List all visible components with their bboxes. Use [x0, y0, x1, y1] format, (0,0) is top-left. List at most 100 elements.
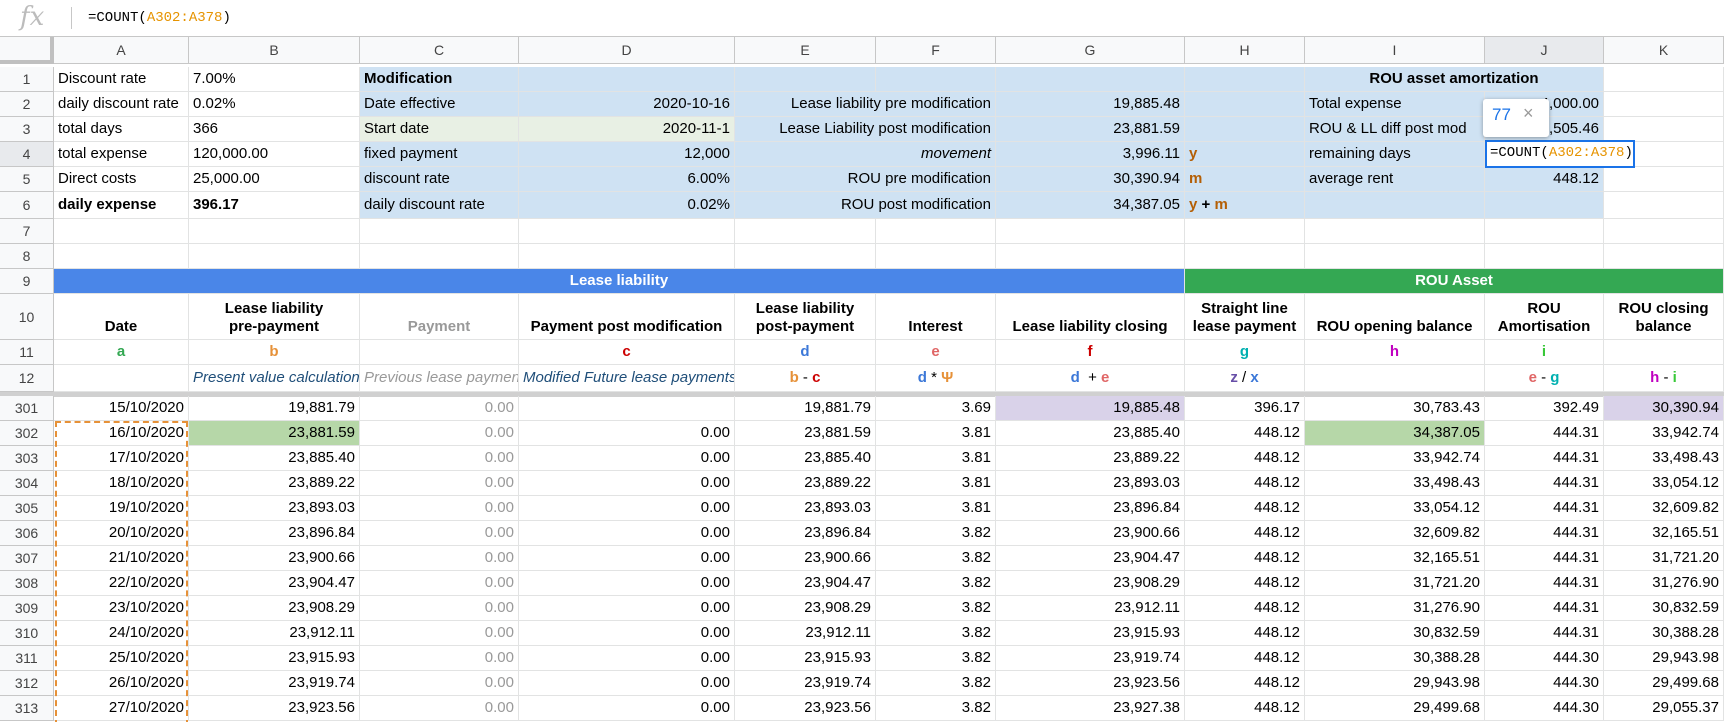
- column-header-h[interactable]: H: [1185, 37, 1305, 64]
- formula-expression[interactable]: e - g: [1485, 365, 1604, 392]
- empty-cell[interactable]: [1485, 244, 1604, 269]
- table-cell[interactable]: 23,908.29: [189, 596, 360, 621]
- table-cell[interactable]: 23,912.11: [996, 596, 1185, 621]
- modification-value[interactable]: 2020-11-1: [519, 117, 735, 142]
- row-header-6[interactable]: 6: [0, 192, 54, 219]
- table-cell[interactable]: 448.12: [1185, 496, 1305, 521]
- summary-value[interactable]: 23,881.59: [996, 117, 1185, 142]
- table-cell[interactable]: 23,915.93: [735, 646, 876, 671]
- summary-tag[interactable]: y + m: [1185, 192, 1305, 219]
- table-cell[interactable]: 448.12: [1185, 596, 1305, 621]
- column-letter[interactable]: c: [519, 340, 735, 365]
- summary-label[interactable]: Lease Liability post modification: [735, 117, 996, 142]
- table-cell[interactable]: 23,889.22: [996, 446, 1185, 471]
- row-header-311[interactable]: 311: [0, 646, 54, 671]
- table-cell[interactable]: 0.00: [360, 696, 519, 721]
- summary-value[interactable]: 3,996.11: [996, 142, 1185, 167]
- empty-cell[interactable]: [1305, 219, 1485, 244]
- empty-cell[interactable]: [1485, 219, 1604, 244]
- row-header-9[interactable]: 9: [0, 269, 54, 294]
- table-cell[interactable]: 444.30: [1485, 646, 1604, 671]
- rou-amort-label[interactable]: Total expense: [1305, 92, 1485, 117]
- row-header-10[interactable]: 10: [0, 294, 54, 340]
- table-cell[interactable]: 0.00: [519, 671, 735, 696]
- param-label[interactable]: Direct costs: [54, 167, 189, 192]
- table-cell[interactable]: 3.82: [876, 696, 996, 721]
- table-header[interactable]: ROU Amortisation: [1485, 294, 1604, 340]
- row-header-7[interactable]: 7: [0, 219, 54, 244]
- row-header-301[interactable]: 301: [0, 396, 54, 421]
- column-header-c[interactable]: C: [360, 37, 519, 64]
- table-cell[interactable]: 0.00: [360, 646, 519, 671]
- empty-cell[interactable]: [876, 244, 996, 269]
- summary-value[interactable]: 30,390.94: [996, 167, 1185, 192]
- table-cell[interactable]: 32,165.51: [1305, 546, 1485, 571]
- summary-tag[interactable]: m: [1185, 167, 1305, 192]
- formula-note[interactable]: Modified Future lease payments: [519, 365, 735, 392]
- table-cell[interactable]: 30,832.59: [1604, 596, 1724, 621]
- table-cell[interactable]: 444.30: [1485, 696, 1604, 721]
- table-cell[interactable]: 23,915.93: [996, 621, 1185, 646]
- param-label[interactable]: daily discount rate: [54, 92, 189, 117]
- column-letter[interactable]: i: [1485, 340, 1604, 365]
- row-header-312[interactable]: 312: [0, 671, 54, 696]
- column-letter[interactable]: b: [189, 340, 360, 365]
- blue-fill-cell[interactable]: [996, 67, 1185, 92]
- empty-cell[interactable]: [1185, 244, 1305, 269]
- table-header[interactable]: Lease liability closing: [996, 294, 1185, 340]
- row-header-3[interactable]: 3: [0, 117, 54, 142]
- empty-cell[interactable]: [1604, 167, 1724, 192]
- table-cell[interactable]: 0.00: [519, 496, 735, 521]
- empty-cell[interactable]: [1604, 244, 1724, 269]
- table-cell[interactable]: 33,498.43: [1305, 471, 1485, 496]
- table-cell[interactable]: 0.00: [360, 396, 519, 421]
- table-cell[interactable]: 444.31: [1485, 446, 1604, 471]
- table-cell[interactable]: 33,498.43: [1604, 446, 1724, 471]
- table-cell[interactable]: 23,912.11: [735, 621, 876, 646]
- blue-fill-cell[interactable]: [735, 67, 876, 92]
- modification-label[interactable]: daily discount rate: [360, 192, 519, 219]
- table-cell[interactable]: 3.81: [876, 446, 996, 471]
- column-header-a[interactable]: A: [54, 37, 189, 64]
- modification-value[interactable]: 6.00%: [519, 167, 735, 192]
- table-cell[interactable]: 23,885.40: [735, 446, 876, 471]
- column-letter[interactable]: f: [996, 340, 1185, 365]
- table-cell[interactable]: 32,609.82: [1604, 496, 1724, 521]
- table-header[interactable]: Payment: [360, 294, 519, 340]
- table-cell[interactable]: 23,896.84: [996, 496, 1185, 521]
- modification-value[interactable]: 2020-10-16: [519, 92, 735, 117]
- column-header-e[interactable]: E: [735, 37, 876, 64]
- table-header[interactable]: Lease liability post-payment: [735, 294, 876, 340]
- formula-expression[interactable]: d + e: [996, 365, 1185, 392]
- param-value[interactable]: 7.00%: [189, 67, 360, 92]
- column-letter[interactable]: [1604, 340, 1724, 365]
- table-cell[interactable]: 23,904.47: [996, 546, 1185, 571]
- formula-note[interactable]: Previous lease payments: [360, 365, 519, 392]
- table-cell[interactable]: 444.31: [1485, 596, 1604, 621]
- modification-value[interactable]: 0.02%: [519, 192, 735, 219]
- formula-input[interactable]: =COUNT(A302:A378): [88, 10, 231, 26]
- empty-cell[interactable]: [1604, 117, 1724, 142]
- modification-label[interactable]: Date effective: [360, 92, 519, 117]
- column-header-k[interactable]: K: [1604, 37, 1724, 64]
- table-cell[interactable]: 23,912.11: [189, 621, 360, 646]
- row-header-305[interactable]: 305: [0, 496, 54, 521]
- summary-label[interactable]: Lease liability pre modification: [735, 92, 996, 117]
- active-cell-editor[interactable]: =COUNT(A302:A378): [1485, 140, 1635, 168]
- row-header-4[interactable]: 4: [0, 142, 54, 167]
- row-header-309[interactable]: 309: [0, 596, 54, 621]
- empty-cell[interactable]: [519, 244, 735, 269]
- table-cell[interactable]: 3.82: [876, 546, 996, 571]
- table-cell[interactable]: 3.82: [876, 621, 996, 646]
- summary-label[interactable]: movement: [735, 142, 996, 167]
- table-cell[interactable]: 444.31: [1485, 546, 1604, 571]
- table-cell[interactable]: 444.30: [1485, 671, 1604, 696]
- empty-cell[interactable]: [360, 219, 519, 244]
- empty-cell[interactable]: [189, 219, 360, 244]
- table-cell[interactable]: 3.69: [876, 396, 996, 421]
- table-cell[interactable]: 0.00: [519, 621, 735, 646]
- table-cell[interactable]: 3.82: [876, 646, 996, 671]
- table-cell[interactable]: 23,900.66: [996, 521, 1185, 546]
- table-header[interactable]: Payment post modification: [519, 294, 735, 340]
- section-rou-asset[interactable]: ROU Asset: [1185, 269, 1724, 294]
